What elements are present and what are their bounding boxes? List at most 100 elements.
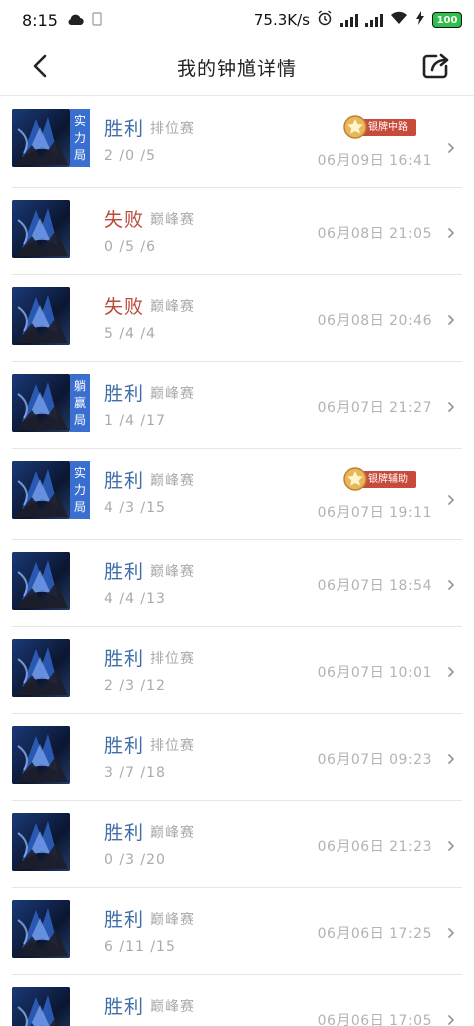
chevron-right-icon: [446, 492, 456, 506]
status-time: 8:15: [22, 10, 58, 30]
match-kda: 4 /3 /15: [104, 500, 166, 516]
sim-icon: [92, 11, 102, 30]
match-row[interactable]: 实力局胜利 排位赛 2 /0 /5 银牌中路 06月09日 16:41: [12, 97, 462, 188]
match-time: 06月07日 21:27: [317, 400, 432, 416]
hero-avatar: [12, 813, 70, 871]
match-kda: 2 /3 /12: [104, 678, 166, 694]
match-result: 胜利: [104, 118, 145, 140]
match-tag-char: 力: [73, 482, 86, 497]
charging-icon: [415, 11, 425, 29]
match-row[interactable]: 躺赢局胜利 巅峰赛 1 /4 /17 06月07日 21:27: [12, 362, 462, 449]
match-row[interactable]: 胜利 排位赛 2 /3 /12 06月07日 10:01: [12, 627, 462, 714]
match-result: 胜利: [104, 470, 145, 492]
share-button[interactable]: [418, 50, 454, 86]
battery-icon: 100: [432, 12, 462, 28]
back-arrow-icon: [32, 54, 48, 82]
match-mode: 排位赛: [150, 121, 195, 137]
chevron-right-icon: [446, 577, 456, 591]
match-time: 06月06日 17:05: [317, 1013, 432, 1026]
back-button[interactable]: [22, 50, 58, 86]
chevron-right-icon: [446, 925, 456, 939]
match-kda: 0 /3 /20: [104, 852, 166, 868]
chevron-right-icon: [446, 1012, 456, 1026]
match-row[interactable]: 胜利 排位赛 3 /7 /18 06月07日 09:23: [12, 714, 462, 801]
match-tag-char: 局: [73, 412, 86, 427]
wifi-icon: [390, 11, 408, 29]
match-mode: 巅峰赛: [150, 825, 195, 841]
match-row[interactable]: 胜利 巅峰赛 0 /3 /20 06月06日 21:23: [12, 801, 462, 888]
match-time: 06月06日 21:23: [317, 839, 432, 855]
match-row[interactable]: 失败 巅峰赛 0 /5 /6 06月08日 21:05: [12, 188, 462, 275]
match-time: 06月08日 20:46: [317, 313, 432, 329]
match-result: 胜利: [104, 996, 145, 1018]
hero-avatar: [12, 374, 70, 432]
match-result: 胜利: [104, 648, 145, 670]
medal-badge: 银牌中路: [342, 114, 424, 140]
match-list: 实力局胜利 排位赛 2 /0 /5 银牌中路 06月09日 16:41 失败 巅峰赛 0 …: [0, 97, 474, 1026]
match-tag-char: 力: [73, 130, 86, 145]
chevron-right-icon: [446, 225, 456, 239]
match-tag-badge: 实力局: [70, 461, 90, 519]
match-result: 胜利: [104, 561, 145, 583]
match-tag-char: 实: [73, 113, 86, 128]
match-tag-char: 局: [73, 147, 86, 162]
hd-signal-icon: [365, 13, 383, 27]
match-result: 胜利: [104, 383, 145, 405]
match-kda: 6 /11 /15: [104, 939, 176, 955]
medal-star-icon: [343, 115, 367, 139]
match-result: 胜利: [104, 822, 145, 844]
match-tag-char: 局: [73, 499, 86, 514]
match-result: 胜利: [104, 909, 145, 931]
medal-badge: 银牌辅助: [342, 466, 424, 492]
hero-avatar: [12, 987, 70, 1026]
match-mode: 巅峰赛: [150, 473, 195, 489]
match-mode: 巅峰赛: [150, 212, 195, 228]
match-tag-badge: 躺赢局: [70, 374, 90, 432]
match-time: 06月07日 18:54: [317, 578, 432, 594]
match-time: 06月06日 17:25: [317, 926, 432, 942]
match-mode: 巅峰赛: [150, 564, 195, 580]
chevron-right-icon: [446, 312, 456, 326]
header: 我的钟馗详情: [0, 40, 474, 96]
match-mode: 巅峰赛: [150, 912, 195, 928]
match-time: 06月07日 09:23: [317, 752, 432, 768]
match-row[interactable]: 实力局胜利 巅峰赛 4 /3 /15 银牌辅助 06月07日 19:11: [12, 449, 462, 540]
match-time: 06月09日 16:41: [317, 153, 432, 169]
match-mode: 巅峰赛: [150, 999, 195, 1015]
hero-avatar: [12, 552, 70, 610]
match-kda: 0 /5 /6: [104, 239, 157, 255]
match-kda: 1 /4 /17: [104, 413, 166, 429]
status-bar: 8:15 75.3K/s 100: [0, 0, 474, 40]
medal-star-icon: [343, 467, 367, 491]
match-row[interactable]: 胜利 巅峰赛 6 /11 /15 06月06日 17:25: [12, 888, 462, 975]
alarm-icon: [317, 10, 333, 30]
match-row[interactable]: 胜利 巅峰赛 4 /4 /13 06月07日 18:54: [12, 540, 462, 627]
hero-avatar: [12, 639, 70, 697]
match-mode: 巅峰赛: [150, 386, 195, 402]
match-mode: 排位赛: [150, 651, 195, 667]
hero-avatar: [12, 900, 70, 958]
chevron-right-icon: [446, 664, 456, 678]
chevron-right-icon: [446, 399, 456, 413]
hero-avatar: [12, 200, 70, 258]
hero-avatar: [12, 726, 70, 784]
hero-avatar: [12, 461, 70, 519]
match-row[interactable]: 胜利巅峰赛1 /3 /1306月06日 17:05: [12, 975, 462, 1026]
match-kda: 5 /4 /4: [104, 326, 157, 342]
match-tag-char: 实: [73, 465, 86, 480]
match-result: 失败: [104, 209, 145, 231]
match-time: 06月07日 10:01: [317, 665, 432, 681]
chevron-right-icon: [446, 140, 456, 154]
match-row[interactable]: 失败 巅峰赛 5 /4 /4 06月08日 20:46: [12, 275, 462, 362]
signal-icon: [340, 13, 358, 27]
match-time: 06月07日 19:11: [317, 505, 432, 521]
match-tag-badge: 实力局: [70, 109, 90, 167]
match-mode: 巅峰赛: [150, 299, 195, 315]
net-speed: 75.3K/s: [253, 11, 310, 29]
match-kda: 3 /7 /18: [104, 765, 166, 781]
hero-avatar: [12, 109, 70, 167]
hero-avatar: [12, 287, 70, 345]
cloud-icon: [66, 11, 84, 30]
match-result: 胜利: [104, 735, 145, 757]
chevron-right-icon: [446, 838, 456, 852]
